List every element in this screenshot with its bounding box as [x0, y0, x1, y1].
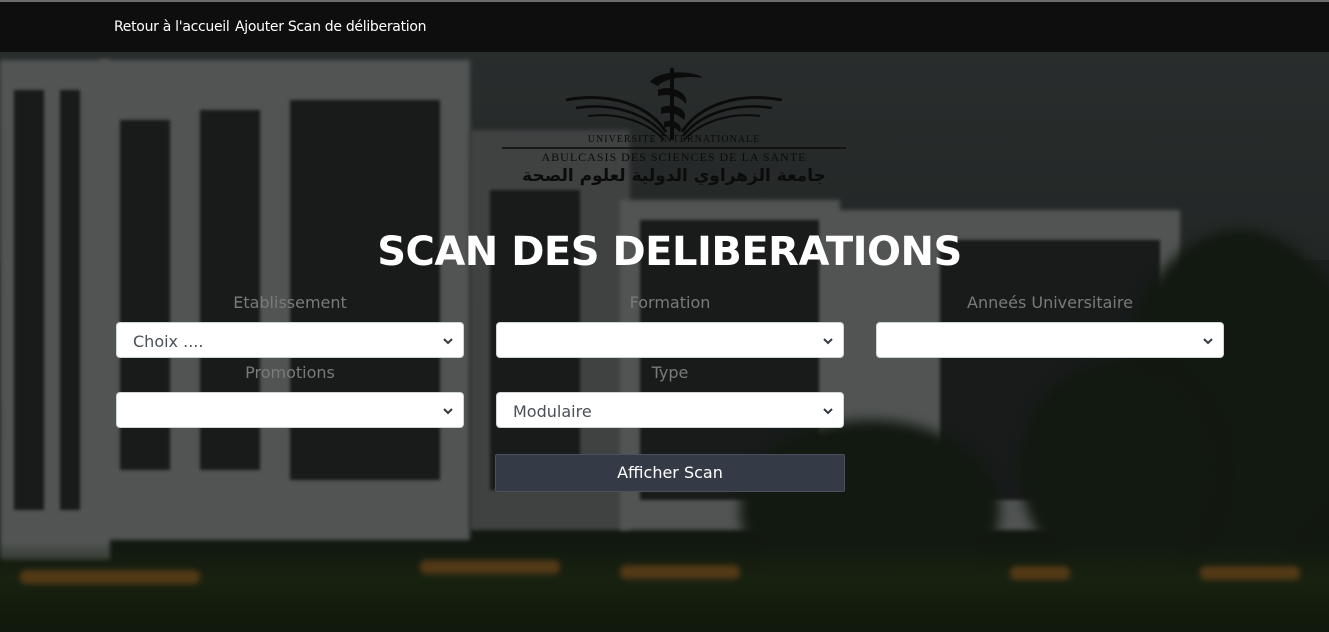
page-title: SCAN DES DELIBERATIONS [377, 229, 962, 275]
logo-text-line1: UNIVERSITE INTERNATIONALE [587, 134, 761, 145]
chevron-down-icon [823, 338, 833, 345]
chevron-down-icon [823, 408, 833, 415]
formation-select[interactable] [496, 322, 844, 358]
etablissement-select-value: Choix .... [133, 332, 204, 351]
nav-home-link[interactable]: Retour à l'accueil [114, 19, 230, 35]
type-select-value: Modulaire [513, 402, 592, 421]
annees-select[interactable] [876, 322, 1224, 358]
logo-text-line2: ABULCASIS DES SCIENCES DE LA SANTE [541, 150, 807, 164]
promotions-label: Promotions [245, 363, 335, 382]
promotions-select[interactable] [116, 392, 464, 428]
annees-label: Anneés Universitaire [967, 293, 1133, 312]
type-label: Type [651, 363, 689, 382]
etablissement-label: Etablissement [233, 293, 347, 312]
afficher-scan-button[interactable]: Afficher Scan [495, 454, 845, 492]
chevron-down-icon [443, 338, 453, 345]
type-select[interactable]: Modulaire [496, 392, 844, 428]
logo-emblem-icon [502, 68, 846, 149]
chevron-down-icon [1203, 338, 1213, 345]
university-logo: UNIVERSITE INTERNATIONALE ABULCASIS DES … [498, 62, 850, 190]
nav-add-scan-link[interactable]: Ajouter Scan de déliberation [235, 19, 426, 35]
navbar: Retour à l'accueil Ajouter Scan de délib… [0, 2, 1329, 52]
chevron-down-icon [443, 408, 453, 415]
formation-label: Formation [629, 293, 711, 312]
etablissement-select[interactable]: Choix .... [116, 322, 464, 358]
logo-text-arabic: جامعة الزهراوي الدولية لعلوم الصحة [522, 166, 826, 186]
